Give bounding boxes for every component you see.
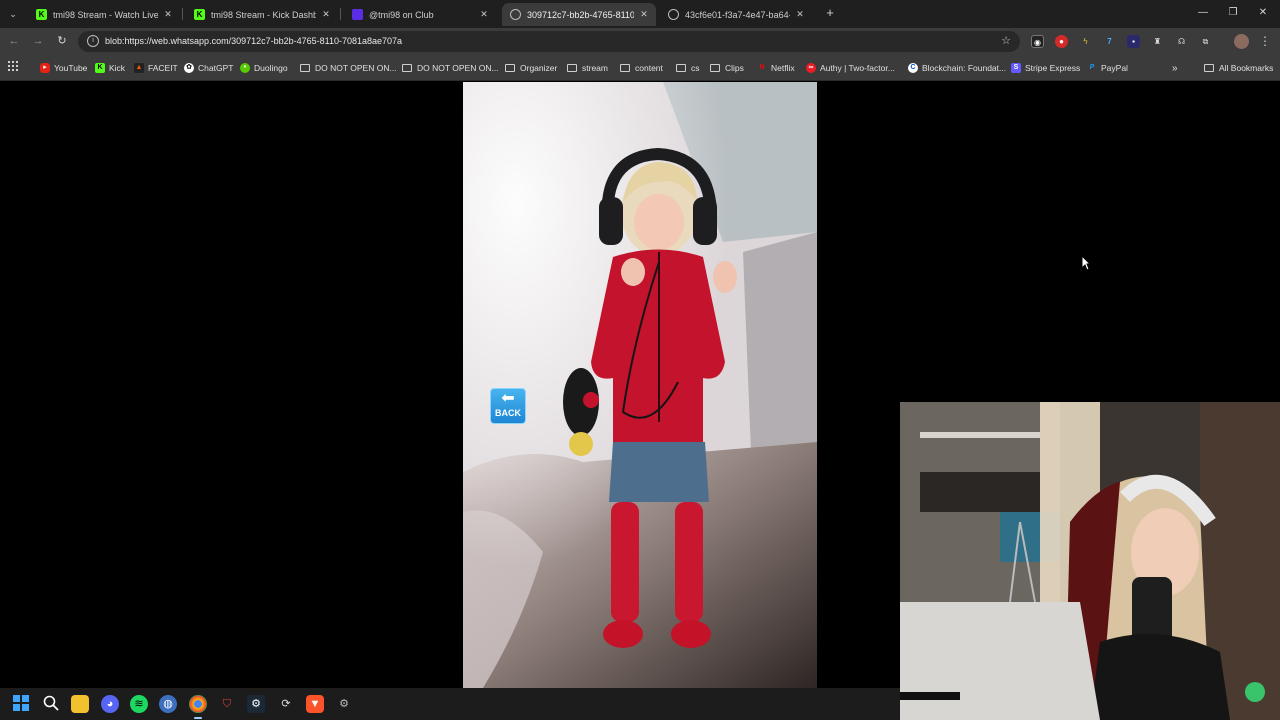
brave-icon[interactable]: ▼ [306, 695, 324, 713]
extension-cat-icon[interactable]: ◉ [1031, 35, 1044, 48]
photo-illustration [463, 82, 817, 688]
bookmark-content[interactable]: content [620, 61, 663, 75]
discord-icon[interactable]: ◕ [101, 695, 119, 713]
close-icon[interactable]: ✕ [162, 9, 174, 20]
minimize-button[interactable]: — [1192, 4, 1214, 22]
tab-search-button[interactable]: ⌄ [4, 5, 22, 23]
bookmark-stripe-express[interactable]: S Stripe Express [1011, 61, 1080, 75]
folder-icon [620, 64, 630, 72]
tab-kick-stream[interactable]: K tmi98 Stream - Watch Live on Kick ✕ [28, 3, 180, 26]
extension-red-icon[interactable]: ● [1055, 35, 1068, 48]
bookmark-folder-1[interactable]: DO NOT OPEN ON... [300, 61, 397, 75]
youtube-icon: ▸ [40, 63, 50, 73]
bookmark-faceit[interactable]: ▲ FACEIT [134, 61, 178, 75]
arrow-left-icon: ⬅ [501, 390, 515, 407]
faceit-icon: ▲ [134, 63, 144, 73]
childhood-photo-image [463, 82, 817, 688]
webcam-overlay [900, 402, 1280, 720]
bookmark-chatgpt[interactable]: ✿ ChatGPT [184, 61, 233, 75]
close-icon[interactable]: ✕ [794, 9, 806, 20]
bookmark-youtube[interactable]: ▸ YouTube [40, 61, 87, 75]
kick-icon: K [194, 9, 205, 20]
bookmark-duolingo[interactable]: • Duolingo [240, 61, 288, 75]
bookmark-folder-2[interactable]: DO NOT OPEN ON... [402, 61, 499, 75]
bookmark-cs[interactable]: cs [676, 61, 700, 75]
close-window-button[interactable]: ✕ [1252, 4, 1274, 22]
bookmark-kick[interactable]: K Kick [95, 61, 125, 75]
folder-icon [505, 64, 515, 72]
extension-controller-icon[interactable]: ♜ [1151, 35, 1164, 48]
chatgpt-icon: ✿ [184, 63, 194, 73]
new-tab-button[interactable]: + [822, 5, 838, 21]
authy-icon: ∞ [806, 63, 816, 73]
site-info-icon[interactable]: i [87, 35, 99, 47]
folder-icon [1204, 64, 1214, 72]
bookmark-stream[interactable]: stream [567, 61, 608, 75]
extension-purple-icon[interactable]: ▪ [1127, 35, 1140, 48]
tab-blob-image-active[interactable]: 309712c7-bb2b-4765-8110-7081a8ae707a ✕ [502, 3, 656, 26]
close-icon[interactable]: ✕ [638, 9, 650, 20]
windows-start-icon[interactable] [12, 695, 30, 713]
extension-mask-icon[interactable]: ☊ [1175, 35, 1188, 48]
extension-bolt-icon[interactable]: ϟ [1079, 35, 1092, 48]
kick-icon: K [36, 9, 47, 20]
duolingo-icon: • [240, 63, 250, 73]
all-bookmarks-button[interactable]: All Bookmarks [1204, 61, 1273, 75]
bookmark-netflix[interactable]: N Netflix [757, 61, 794, 75]
folder-icon [402, 64, 412, 72]
apps-grid-icon[interactable] [8, 61, 18, 71]
globe-icon [510, 9, 521, 20]
shield-icon[interactable]: ⛉ [218, 695, 236, 713]
kick-icon: K [95, 63, 105, 73]
mouse-cursor-icon [1081, 255, 1091, 271]
address-bar[interactable]: i blob:https://web.whatsapp.com/309712c7… [78, 31, 1020, 52]
forward-nav-icon[interactable]: → [30, 33, 46, 49]
stripe-icon: S [1011, 63, 1021, 73]
app-globe-icon[interactable]: ◍ [159, 695, 177, 713]
bookmark-clips[interactable]: Clips [710, 61, 744, 75]
bookmarks-bar: ▸ YouTube K Kick ▲ FACEIT ✿ ChatGPT • Duoling… [0, 55, 1280, 81]
bookmark-organizer[interactable]: Organizer [505, 61, 557, 75]
close-icon[interactable]: ✕ [320, 9, 332, 20]
steam-icon[interactable]: ⚙ [247, 695, 265, 713]
browser-toolbar: ← → ↻ i blob:https://web.whatsapp.com/30… [0, 28, 1280, 55]
folder-icon [300, 64, 310, 72]
profile-avatar[interactable] [1234, 34, 1249, 49]
paypal-icon: P [1089, 64, 1095, 71]
back-button[interactable]: ⬅ BACK [490, 388, 526, 424]
globe-icon [668, 9, 679, 20]
search-icon[interactable] [42, 695, 60, 713]
tab-kick-dashboard[interactable]: K tmi98 Stream - Kick Dashboard ✕ [186, 3, 338, 26]
reload-icon[interactable]: ↻ [54, 33, 70, 49]
app-cycle-icon[interactable]: ⟳ [277, 695, 295, 713]
bookmark-blockchain[interactable]: C Blockchain: Foundat... [908, 61, 1006, 75]
bookmark-paypal[interactable]: P PayPal [1087, 61, 1128, 75]
spotify-icon[interactable]: ≋ [130, 695, 148, 713]
coursera-icon: C [908, 63, 918, 73]
extension-7tv-icon[interactable]: 7 [1103, 35, 1116, 48]
close-icon[interactable]: ✕ [478, 9, 490, 20]
restore-button[interactable]: ❐ [1222, 4, 1244, 22]
back-nav-icon[interactable]: ← [6, 33, 22, 49]
windows-taskbar: ◕ ≋ ◍ ⛉ ⚙ ⟳ ▼ ⚙ [0, 688, 900, 720]
tab-club[interactable]: @tmi98 on Club ✕ [344, 3, 496, 26]
bookmarks-overflow-icon[interactable]: » [1172, 61, 1178, 75]
file-explorer-icon[interactable] [71, 695, 89, 713]
folder-icon [710, 64, 720, 72]
folder-icon [676, 64, 686, 72]
settings-gear-icon[interactable]: ⚙ [335, 695, 353, 713]
address-text[interactable]: blob:https://web.whatsapp.com/309712c7-b… [105, 36, 402, 46]
webcam-feed-image [900, 402, 1280, 720]
bookmark-star-icon[interactable]: ☆ [1001, 34, 1011, 47]
bookmark-authy[interactable]: ∞ Authy | Two-factor... [806, 61, 895, 75]
browser-menu-icon[interactable]: ⋮ [1259, 34, 1271, 48]
tab-blob-image-2[interactable]: 43cf6e01-f3a7-4e47-ba64-14e ✕ [660, 3, 812, 26]
extensions-puzzle-icon[interactable]: ⧉ [1199, 35, 1212, 48]
tab-strip: ⌄ K tmi98 Stream - Watch Live on Kick ✕ … [0, 0, 1280, 28]
netflix-icon: N [759, 64, 765, 71]
chrome-icon[interactable] [189, 695, 207, 713]
chrome-active-indicator [194, 717, 202, 719]
folder-icon [567, 64, 577, 72]
club-icon [352, 9, 363, 20]
